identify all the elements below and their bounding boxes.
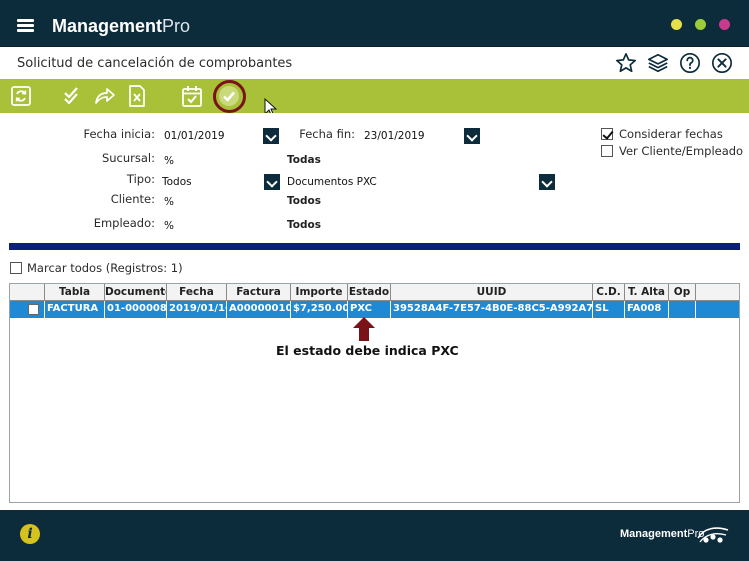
refresh-button[interactable] [9, 84, 33, 108]
documento-tipo-dropdown[interactable] [539, 174, 555, 190]
empleado-input[interactable]: % [162, 217, 280, 234]
highlight-ring [213, 80, 246, 113]
cliente-input[interactable]: % [162, 193, 280, 210]
fecha-inicia-dropdown[interactable] [263, 128, 279, 144]
menu-icon[interactable] [17, 19, 34, 33]
empleado-description: Todos [287, 219, 321, 231]
delete-document-button[interactable] [125, 84, 149, 108]
documento-tipo-input[interactable]: Documentos PXC [285, 173, 537, 190]
fecha-fin-input[interactable]: 23/01/2019 [362, 127, 462, 144]
column-header-documento[interactable]: Documento [105, 284, 167, 301]
cell-tabla: FACTURA [45, 301, 105, 318]
brand-bold: Management [52, 16, 163, 36]
calendar-check-icon [182, 86, 202, 107]
refresh-icon [11, 86, 31, 106]
section-divider [9, 243, 740, 250]
column-header-estado[interactable]: Estado [348, 284, 391, 301]
page-header: Solicitud de cancelación de comprobantes [0, 47, 749, 79]
cell-importe: $7,250.00 [291, 301, 348, 318]
star-icon[interactable] [615, 52, 637, 74]
column-header-factura[interactable]: Factura [227, 284, 291, 301]
filter-form: Fecha inicia: 01/01/2019 Fecha fin: 23/0… [0, 113, 749, 241]
info-icon[interactable]: i [20, 524, 40, 544]
row-select-cell[interactable] [10, 301, 45, 318]
maximize-button[interactable] [695, 19, 706, 30]
column-header-cd[interactable]: C.D. [593, 284, 625, 301]
cell-fecha: 2019/01/16 [167, 301, 227, 318]
marcar-todos-label: Marcar todos (Registros: 1) [27, 261, 183, 275]
tipo-input[interactable]: Todos [160, 173, 262, 190]
column-header-uuid[interactable]: UUID [391, 284, 593, 301]
annotation-text: El estado debe indica PXC [276, 343, 459, 358]
footer-brand-bold: Management [620, 528, 688, 540]
grid-header: Tabla Documento Fecha Factura Importe Es… [10, 284, 739, 301]
cell-documento: 01-0000085 [105, 301, 167, 318]
column-header-op[interactable]: Op [669, 284, 696, 301]
fecha-fin-label: Fecha fin: [299, 127, 355, 141]
calendar-check-button[interactable] [180, 84, 204, 108]
close-window-button[interactable] [719, 19, 730, 30]
forward-icon [95, 88, 115, 104]
sucursal-description: Todas [287, 154, 321, 166]
empleado-label: Empleado: [93, 216, 155, 230]
tipo-dropdown[interactable] [264, 174, 280, 190]
layers-icon[interactable] [647, 52, 669, 74]
marcar-todos-checkbox[interactable] [10, 262, 22, 274]
toolbar [0, 79, 749, 113]
annotation-arrow-icon [353, 317, 375, 341]
ver-cliente-checkbox[interactable] [601, 145, 613, 157]
fecha-inicia-input[interactable]: 01/01/2019 [162, 127, 262, 144]
row-checkbox[interactable] [28, 304, 39, 315]
column-header-tabla[interactable]: Tabla [45, 284, 105, 301]
help-icon[interactable] [679, 52, 701, 74]
close-circle-icon[interactable] [711, 52, 733, 74]
cell-factura: A0000001045 [227, 301, 291, 318]
tipo-label: Tipo: [126, 172, 155, 186]
column-header-t-alta[interactable]: T. Alta [625, 284, 669, 301]
app-brand: ManagementPro [52, 16, 190, 37]
column-header-importe[interactable]: Importe [291, 284, 348, 301]
considerar-fechas-checkbox[interactable] [601, 128, 613, 140]
title-bar: ManagementPro [0, 0, 749, 47]
considerar-fechas-label: Considerar fechas [619, 127, 723, 141]
page-title: Solicitud de cancelación de comprobantes [17, 56, 293, 71]
column-header-fecha[interactable]: Fecha [167, 284, 227, 301]
cell-uuid: 39528A4F-7E57-4B0E-88C5-A992A7BD1 [391, 301, 593, 318]
forward-button[interactable] [93, 84, 117, 108]
minimize-button[interactable] [671, 19, 682, 30]
ver-cliente-label: Ver Cliente/Empleado [619, 144, 744, 158]
approve-all-button[interactable] [61, 84, 85, 108]
cliente-label: Cliente: [110, 192, 155, 206]
sucursal-input[interactable]: % [162, 152, 280, 169]
footer-bar: i ManagementPro [0, 510, 749, 561]
footer-brand: ManagementPro [620, 528, 704, 540]
cell-cd: SL [593, 301, 625, 318]
double-check-icon [64, 87, 78, 105]
delete-document-icon [129, 85, 145, 107]
fecha-fin-dropdown[interactable] [464, 128, 480, 144]
column-header-select [10, 284, 45, 301]
cliente-description: Todos [287, 195, 321, 207]
cell-t-alta: FA008 [625, 301, 669, 318]
sucursal-label: Sucursal: [101, 151, 155, 165]
fecha-inicia-label: Fecha inicia: [83, 127, 156, 141]
cell-op [669, 301, 696, 318]
brand-light: Pro [162, 16, 191, 36]
brand-logo-icon [697, 527, 729, 543]
